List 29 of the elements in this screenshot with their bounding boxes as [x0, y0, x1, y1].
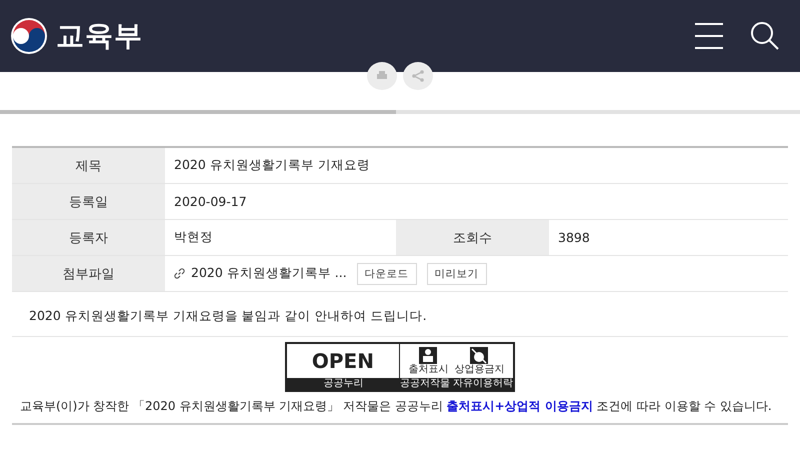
share-icon — [412, 70, 424, 82]
link-icon — [174, 268, 185, 279]
field-value: 2020 유치원생활기록부 기재요령 — [173, 156, 371, 174]
search-icon[interactable] — [750, 21, 780, 51]
field-label: 조회수 — [396, 220, 549, 255]
body-text: 2020 유치원생활기록부 기재요령을 붙임과 같이 안내하여 드립니다. — [29, 308, 428, 325]
field-label: 첨부파일 — [12, 256, 165, 291]
field-label: 제목 — [12, 148, 165, 183]
file-action-button[interactable]: 미리보기 — [426, 262, 487, 284]
emblem-icon — [10, 17, 48, 55]
no-money-icon — [470, 347, 488, 364]
printer-icon — [376, 70, 388, 82]
badge-icon-label: 출처표시 — [408, 364, 448, 375]
print-button[interactable] — [367, 62, 397, 90]
logo-text[interactable]: 교육부 — [56, 17, 143, 55]
field-value: 박현정 — [173, 228, 214, 246]
person-icon — [419, 347, 438, 364]
menu-icon[interactable] — [694, 22, 724, 50]
license-text: 교육부(이)가 창작한 「2020 유치원생활기록부 기재요령」 저작물은 공공누리 출처표시+상업적 이용금지 조건에 따라 이용할 수 있습니다. — [20, 398, 773, 415]
badge-caption: 공공저작물 자유이용허락 — [400, 378, 513, 390]
badge-caption: 공공누리 — [287, 378, 400, 390]
field-label: 등록자 — [12, 220, 165, 255]
share-button[interactable] — [403, 62, 433, 90]
field-value: 3898 — [557, 229, 591, 247]
file-link[interactable]: 2020 유치원생활기록부 ... — [191, 265, 347, 282]
badge-icon-label: 상업용금지 — [454, 364, 504, 375]
field-value: 2020-09-17 — [173, 193, 248, 211]
field-label: 등록일 — [12, 184, 165, 219]
file-action-button[interactable]: 다운로드 — [356, 262, 417, 284]
